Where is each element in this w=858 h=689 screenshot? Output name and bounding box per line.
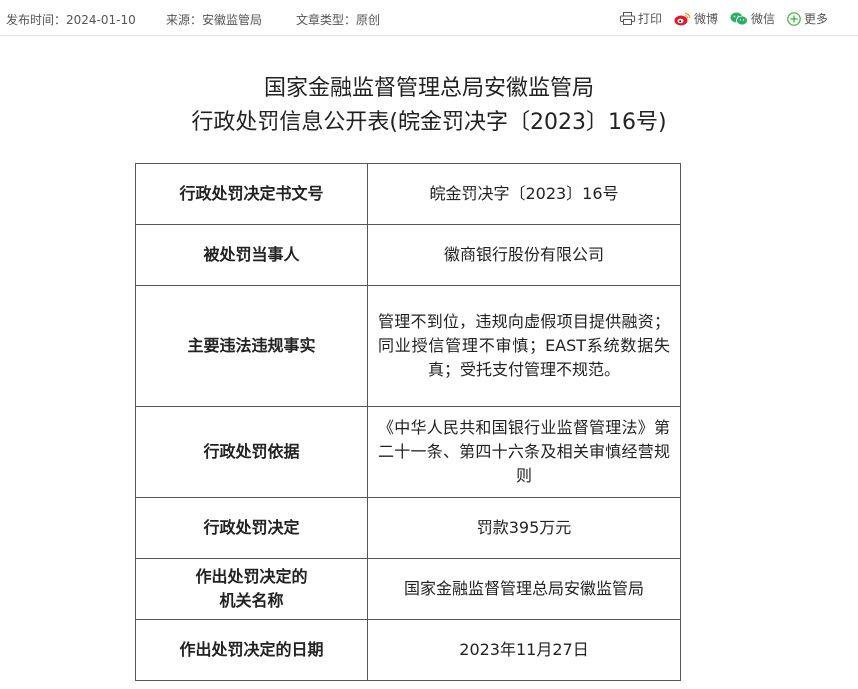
weibo-share-button[interactable]: 微博	[674, 10, 718, 27]
table-row: 行政处罚决定书文号 皖金罚决字〔2023〕16号	[135, 163, 681, 225]
row-value: 管理不到位，违规向虚假项目提供融资；同业授信管理不审慎；EAST系统数据失真；受…	[367, 285, 681, 407]
row-value: 国家金融监督管理总局安徽监管局	[367, 558, 681, 620]
more-label: 更多	[803, 12, 828, 26]
printer-icon	[619, 12, 635, 25]
row-label: 被处罚当事人	[135, 224, 368, 286]
row-label-line1: 作出处罚决定的	[195, 567, 308, 586]
table-row: 被处罚当事人 徽商银行股份有限公司	[135, 224, 681, 286]
table-row: 行政处罚依据 《中华人民共和国银行业监督管理法》第二十一条、第四十六条及相关审慎…	[135, 406, 681, 498]
row-label-line2: 机关名称	[219, 591, 284, 610]
article-meta-bar: 发布时间：2024-01-10 来源：安徽监管局 文章类型：原创 打印 微博 微…	[0, 0, 858, 36]
article-type: 文章类型：原创	[296, 13, 381, 27]
print-button[interactable]: 打印	[619, 10, 662, 27]
table-row: 作出处罚决定的 机关名称 国家金融监督管理总局安徽监管局	[135, 558, 681, 620]
row-value: 2023年11月27日	[367, 619, 681, 681]
more-share-button[interactable]: 更多	[787, 10, 828, 27]
row-label: 作出处罚决定的 机关名称	[135, 558, 368, 620]
print-label: 打印	[637, 12, 662, 26]
publish-time: 发布时间：2024-01-10	[6, 13, 136, 27]
row-label: 行政处罚依据	[135, 406, 368, 498]
row-value: 徽商银行股份有限公司	[367, 224, 681, 286]
source: 来源：安徽监管局	[166, 13, 263, 27]
share-toolbar: 打印 微博 微信 更多	[608, 10, 828, 27]
row-label: 行政处罚决定书文号	[135, 163, 368, 225]
plus-circle-icon	[787, 11, 801, 26]
wechat-icon	[730, 12, 748, 25]
page-title-line1: 国家金融监督管理总局安徽监管局	[263, 76, 594, 101]
table-row: 作出处罚决定的日期 2023年11月27日	[135, 619, 681, 681]
wechat-share-button[interactable]: 微信	[730, 10, 775, 27]
row-label: 主要违法违规事实	[135, 285, 368, 407]
page-title-line2: 行政处罚信息公开表(皖金罚决字〔2023〕16号)	[191, 110, 667, 135]
penalty-info-table: 行政处罚决定书文号 皖金罚决字〔2023〕16号 被处罚当事人 徽商银行股份有限…	[135, 163, 681, 681]
row-value: 皖金罚决字〔2023〕16号	[367, 163, 681, 225]
row-label: 行政处罚决定	[135, 497, 368, 559]
weibo-label: 微博	[693, 12, 718, 26]
weibo-icon	[674, 12, 691, 25]
wechat-label: 微信	[750, 12, 775, 26]
table-row: 主要违法违规事实 管理不到位，违规向虚假项目提供融资；同业授信管理不审慎；EAS…	[135, 285, 681, 407]
row-label: 作出处罚决定的日期	[135, 619, 368, 681]
row-value: 《中华人民共和国银行业监督管理法》第二十一条、第四十六条及相关审慎经营规则	[367, 406, 681, 498]
table-row: 行政处罚决定 罚款395万元	[135, 497, 681, 559]
row-value: 罚款395万元	[367, 497, 681, 559]
